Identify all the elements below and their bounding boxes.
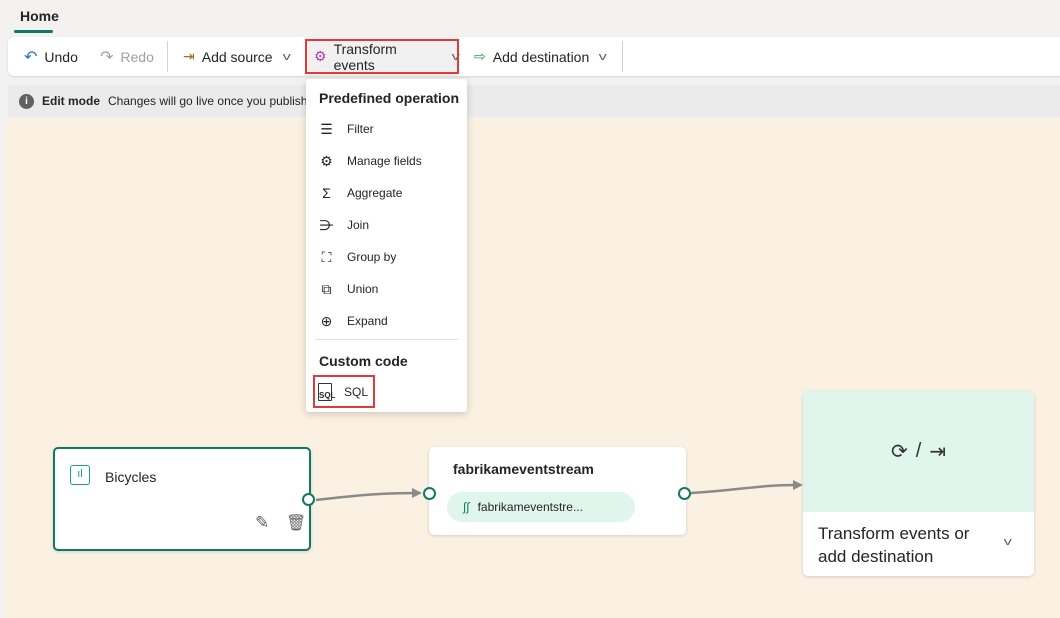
destination-icons: ⟳ / ⇥ (803, 391, 1034, 512)
separator: / (915, 440, 922, 462)
source-title: Bicycles (105, 469, 157, 485)
gears-icon: ⚙ (320, 152, 333, 169)
stream-node[interactable]: fabrikameventstream ∫∫ fabrikameventstre.… (429, 447, 686, 535)
destination-placeholder-node[interactable]: ⟳ / ⇥ Transform events or add destination … (803, 391, 1034, 576)
menu-header-custom-code: Custom code (319, 353, 408, 369)
arrow-head (793, 480, 803, 490)
stream-chip[interactable]: ∫∫ fabrikameventstre... (447, 492, 635, 522)
menu-item-label: Expand (347, 314, 388, 328)
exit-icon: ⇥ (929, 441, 947, 463)
union-icon: ⧉ (321, 280, 332, 297)
chart-icon: ıl (70, 465, 90, 485)
chevron-down-icon[interactable]: v (1004, 536, 1012, 548)
input-port[interactable] (423, 487, 436, 500)
stream-title: fabrikameventstream (453, 461, 594, 477)
menu-item-label: Union (347, 282, 379, 296)
menu-item-label: Filter (347, 122, 374, 136)
edit-icon[interactable]: ✎ (255, 513, 269, 533)
sigma-icon: Σ (322, 185, 331, 201)
menu-item-filter[interactable]: ☰ Filter (318, 117, 374, 141)
menu-item-group-by[interactable]: ⛶ Group by (318, 245, 397, 269)
menu-item-union[interactable]: ⧉ Union (318, 277, 379, 301)
menu-item-label: Join (347, 218, 370, 232)
menu-divider (315, 339, 458, 340)
highlight-box (313, 375, 375, 408)
group-icon: ⛶ (321, 248, 332, 265)
destination-label: Transform events or add destination (818, 524, 970, 566)
connector-line (690, 483, 796, 495)
source-node-bicycles[interactable]: ıl Bicycles ✎ 🗑 (53, 447, 311, 551)
menu-item-label: Manage fields (347, 154, 422, 168)
menu-item-label: Aggregate (347, 186, 403, 200)
delete-icon[interactable]: 🗑 (286, 513, 306, 533)
stream-icon: ∫∫ (463, 500, 470, 514)
menu-item-aggregate[interactable]: Σ Aggregate (318, 181, 402, 205)
transform-cycle-icon: ⟳ (890, 441, 908, 463)
transform-events-menu: Predefined operation ☰ Filter ⚙ Manage fie… (306, 79, 467, 412)
arrow-head (412, 488, 422, 498)
join-icon: ⋺ (319, 216, 334, 233)
menu-item-expand[interactable]: ⊕ Expand (318, 309, 388, 333)
output-port[interactable] (678, 487, 691, 500)
filter-icon: ☰ (320, 120, 333, 137)
menu-item-label: Group by (347, 250, 397, 264)
menu-item-join[interactable]: ⋺ Join (318, 213, 370, 237)
expand-icon: ⊕ (320, 312, 333, 329)
menu-header-predefined: Predefined operation (319, 90, 460, 106)
connector-line (315, 491, 421, 502)
stream-chip-label: fabrikameventstre... (477, 500, 583, 514)
output-port[interactable] (302, 493, 315, 506)
menu-item-manage-fields[interactable]: ⚙ Manage fields (318, 149, 422, 173)
